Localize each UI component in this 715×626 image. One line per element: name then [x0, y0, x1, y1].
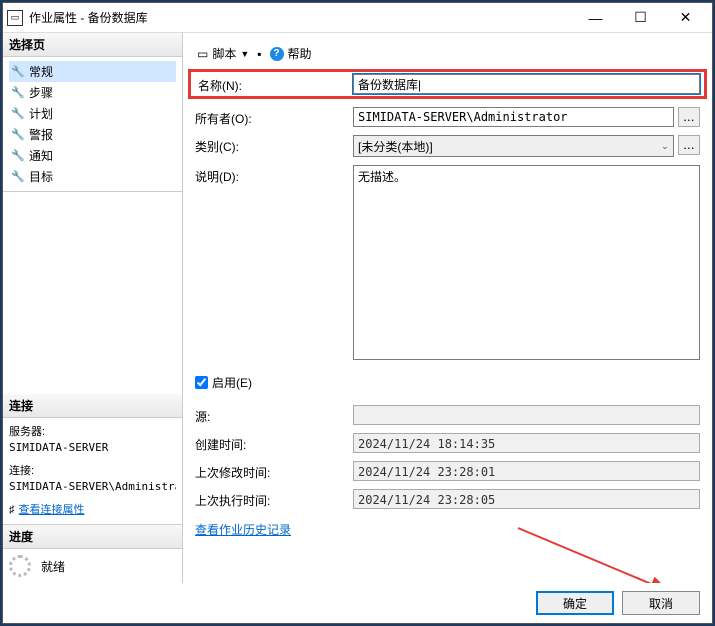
- cancel-button[interactable]: 取消: [622, 591, 700, 615]
- category-label: 类别(C):: [195, 135, 345, 155]
- sidebar-item-notifications[interactable]: 🔧 通知: [9, 145, 176, 166]
- separator: ▪: [257, 47, 261, 61]
- app-icon: ▭: [7, 10, 23, 26]
- executed-label: 上次执行时间:: [195, 489, 345, 509]
- script-button[interactable]: ▭ 脚本 ▼: [195, 43, 251, 64]
- owner-browse-button[interactable]: ...: [678, 107, 700, 127]
- owner-label: 所有者(O):: [195, 107, 345, 127]
- category-browse-button[interactable]: ...: [678, 135, 700, 155]
- description-textarea[interactable]: [353, 165, 700, 360]
- maximize-button[interactable]: ☐: [618, 4, 663, 32]
- sidebar-item-label: 步骤: [29, 84, 53, 101]
- source-field: [353, 405, 700, 425]
- progress-header: 进度: [3, 525, 182, 549]
- name-label: 名称(N):: [195, 74, 345, 94]
- link-icon: ♯: [9, 504, 15, 516]
- sidebar-item-steps[interactable]: 🔧 步骤: [9, 82, 176, 103]
- owner-input[interactable]: [353, 107, 674, 127]
- wrench-icon: 🔧: [11, 107, 25, 120]
- wrench-icon: 🔧: [11, 128, 25, 141]
- wrench-icon: 🔧: [11, 65, 25, 78]
- sidebar-item-schedules[interactable]: 🔧 计划: [9, 103, 176, 124]
- minimize-button[interactable]: ―: [573, 4, 618, 32]
- sidebar-item-label: 通知: [29, 147, 53, 164]
- connection-value: SIMIDATA-SERVER\Administrat: [9, 479, 176, 496]
- script-icon: ▭: [197, 47, 208, 61]
- sidebar-item-general[interactable]: 🔧 常规: [9, 61, 176, 82]
- dialog-footer: 确定 取消: [3, 583, 712, 623]
- server-value: SIMIDATA-SERVER: [9, 440, 176, 457]
- view-connection-link[interactable]: 查看连接属性: [19, 504, 85, 516]
- help-label: 帮助: [288, 45, 312, 62]
- modified-label: 上次修改时间:: [195, 461, 345, 481]
- help-button[interactable]: ? 帮助: [268, 43, 314, 64]
- sidebar-item-alerts[interactable]: 🔧 警报: [9, 124, 176, 145]
- description-label: 说明(D):: [195, 165, 345, 185]
- dialog-window: ▭ 作业属性 - 备份数据库 ― ☐ ✕ 选择页 🔧 常规 🔧 步骤 🔧 计划 🔧 警报…: [2, 2, 713, 624]
- sidebar-item-label: 目标: [29, 168, 53, 185]
- connection-label: 连接:: [9, 463, 176, 480]
- modified-field: 2024/11/24 23:28:01: [353, 461, 700, 481]
- wrench-icon: 🔧: [11, 149, 25, 162]
- progress-status: 就绪: [41, 558, 65, 575]
- view-history-link[interactable]: 查看作业历史记录: [195, 517, 291, 542]
- sidebar-item-targets[interactable]: 🔧 目标: [9, 166, 176, 187]
- chevron-down-icon: ▼: [240, 49, 249, 59]
- close-button[interactable]: ✕: [663, 4, 708, 32]
- enabled-checkbox[interactable]: [195, 376, 208, 389]
- titlebar: ▭ 作业属性 - 备份数据库 ― ☐ ✕: [3, 3, 712, 33]
- connection-header: 连接: [3, 394, 182, 418]
- category-combo[interactable]: [未分类(本地)] ⌄: [353, 135, 674, 157]
- server-label: 服务器:: [9, 424, 176, 441]
- window-title: 作业属性 - 备份数据库: [29, 9, 573, 26]
- sidebar: 选择页 🔧 常规 🔧 步骤 🔧 计划 🔧 警报 🔧 通知 🔧 目标 连接 服务器: SIMI…: [3, 33, 183, 583]
- enabled-label: 启用(E): [212, 374, 252, 391]
- name-highlight: 名称(N):: [188, 69, 707, 99]
- source-label: 源:: [195, 405, 345, 425]
- main-panel: ▭ 脚本 ▼ ▪ ? 帮助 名称(N): 所有者(O: [183, 33, 712, 583]
- ok-button[interactable]: 确定: [536, 591, 614, 615]
- created-field: 2024/11/24 18:14:35: [353, 433, 700, 453]
- help-icon: ?: [270, 47, 284, 61]
- sidebar-item-label: 警报: [29, 126, 53, 143]
- name-input[interactable]: [353, 74, 700, 94]
- select-page-header: 选择页: [3, 33, 182, 57]
- progress-spinner-icon: [9, 555, 31, 577]
- wrench-icon: 🔧: [11, 86, 25, 99]
- wrench-icon: 🔧: [11, 170, 25, 183]
- sidebar-item-label: 计划: [29, 105, 53, 122]
- sidebar-item-label: 常规: [29, 63, 53, 80]
- script-label: 脚本: [212, 45, 236, 62]
- created-label: 创建时间:: [195, 433, 345, 453]
- category-value: [未分类(本地)]: [358, 138, 433, 155]
- chevron-down-icon: ⌄: [661, 141, 669, 152]
- executed-field: 2024/11/24 23:28:05: [353, 489, 700, 509]
